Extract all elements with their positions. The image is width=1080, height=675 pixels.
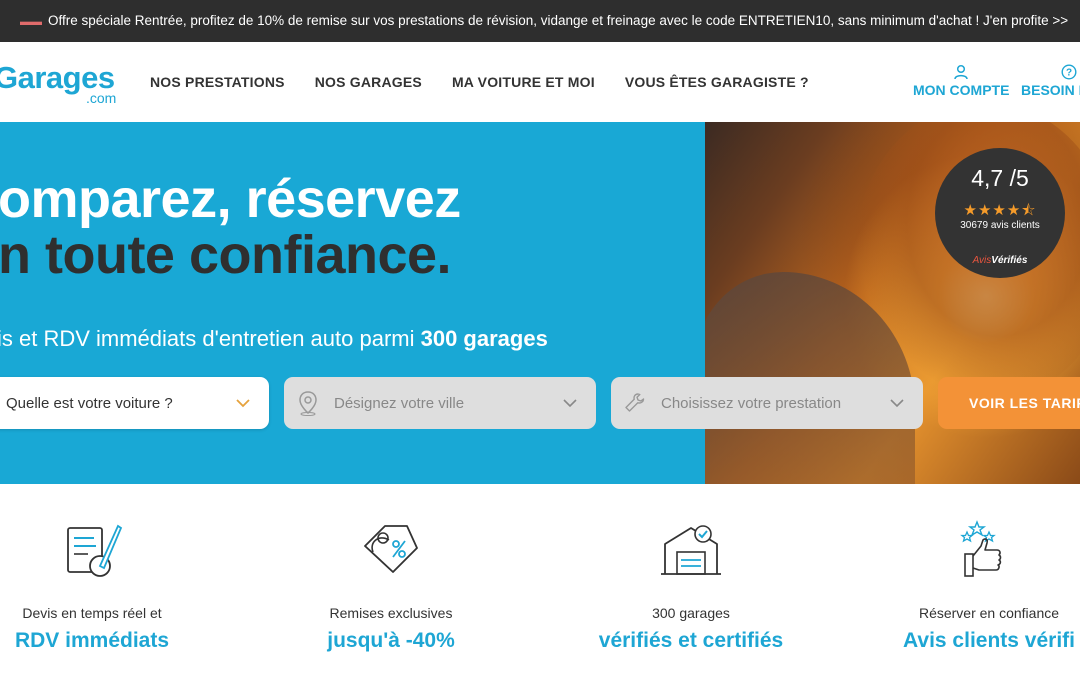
help-link[interactable]: ? BESOIN D [1021, 64, 1080, 98]
city-select[interactable]: Désignez votre ville [284, 377, 596, 429]
feature-quotes-title: RDV immédiats [14, 629, 170, 652]
hero-subtitle-bold: 300 garages [420, 326, 548, 351]
feature-reviews: Réserver en confiance Avis clients vérif… [869, 518, 1080, 654]
verified-reviews-logo: AvisVérifiés [972, 255, 1028, 266]
promo-text: Offre spéciale Rentrée, profitez de 10% … [48, 13, 1069, 28]
feature-discounts: Remises exclusives jusqu'à -40% [271, 518, 511, 654]
logo-suffix: .com [86, 90, 117, 106]
nav-garagiste[interactable]: VOUS ÊTES GARAGISTE ? [625, 74, 809, 90]
chevron-down-icon [563, 399, 577, 408]
hero-section: omparez, réservez n toute confiance. is … [0, 122, 1080, 484]
hero-title-line1: omparez, réservez [0, 169, 461, 229]
account-link[interactable]: MON COMPTE [913, 64, 1009, 98]
nav-ma-voiture[interactable]: MA VOITURE ET MOI [452, 74, 595, 90]
feature-discounts-caption: Remises exclusives [329, 605, 453, 621]
account-label: MON COMPTE [913, 82, 1010, 98]
svg-text:?: ? [1066, 68, 1072, 79]
site-header: Garages .com NOS PRESTATIONS NOS GARAGES… [0, 42, 1080, 122]
car-select-label: Quelle est votre voiture ? [6, 394, 173, 412]
feature-garages-caption: 300 garages [652, 605, 730, 621]
service-placeholder: Choisissez votre prestation [661, 394, 842, 412]
feature-quotes: Devis en temps réel et RDV immédiats [0, 518, 212, 654]
hero-subtitle-text: is et RDV immédiats d'entretien auto par… [0, 326, 421, 351]
discount-tag-icon [271, 518, 511, 582]
feature-quotes-caption: Devis en temps réel et [22, 605, 162, 621]
feature-reviews-title: Avis clients vérifi [903, 629, 1075, 652]
car-emoji-icon: ▬▬ [20, 16, 42, 28]
city-placeholder: Désignez votre ville [334, 394, 465, 412]
nav-garages[interactable]: NOS GARAGES [315, 74, 422, 90]
rating-stars-icon: ★★★★⯪ [963, 202, 1037, 219]
chevron-down-icon [236, 399, 250, 408]
feature-reviews-caption: Réserver en confiance [918, 605, 1060, 621]
chevron-down-icon [890, 399, 904, 408]
rating-badge[interactable]: 4,7 /5 ★★★★⯪ 30679 avis clients AvisVéri… [935, 148, 1065, 278]
hero-subtitle: is et RDV immédiats d'entretien auto par… [0, 326, 548, 352]
wrench-icon [623, 391, 647, 415]
thumbs-up-stars-icon [869, 518, 1080, 582]
rating-count: 30679 avis clients [960, 220, 1040, 231]
location-pin-icon [296, 390, 320, 416]
help-icon: ? [1061, 64, 1077, 80]
feature-discounts-title: jusqu'à -40% [327, 629, 455, 652]
document-pen-icon [0, 518, 212, 582]
car-select[interactable]: Quelle est votre voiture ? [0, 377, 269, 429]
hero-title-line2: n toute confiance. [0, 225, 452, 285]
see-prices-button[interactable]: VOIR LES TARIF [938, 377, 1080, 429]
help-label: BESOIN D [1021, 82, 1080, 98]
nav-prestations[interactable]: NOS PRESTATIONS [150, 74, 285, 90]
feature-garages-title: vérifiés et certifiés [598, 629, 784, 652]
site-logo[interactable]: Garages .com [0, 60, 124, 106]
user-icon [954, 64, 968, 80]
rating-score: 4,7 /5 [971, 165, 1029, 191]
main-nav: NOS PRESTATIONS NOS GARAGES MA VOITURE E… [150, 42, 839, 122]
promo-banner[interactable]: ▬▬ Offre spéciale Rentrée, profitez de 10… [0, 0, 1080, 42]
verified-garage-icon [571, 518, 811, 582]
service-select[interactable]: Choisissez votre prestation [611, 377, 923, 429]
feature-garages: 300 garages vérifiés et certifiés [571, 518, 811, 654]
